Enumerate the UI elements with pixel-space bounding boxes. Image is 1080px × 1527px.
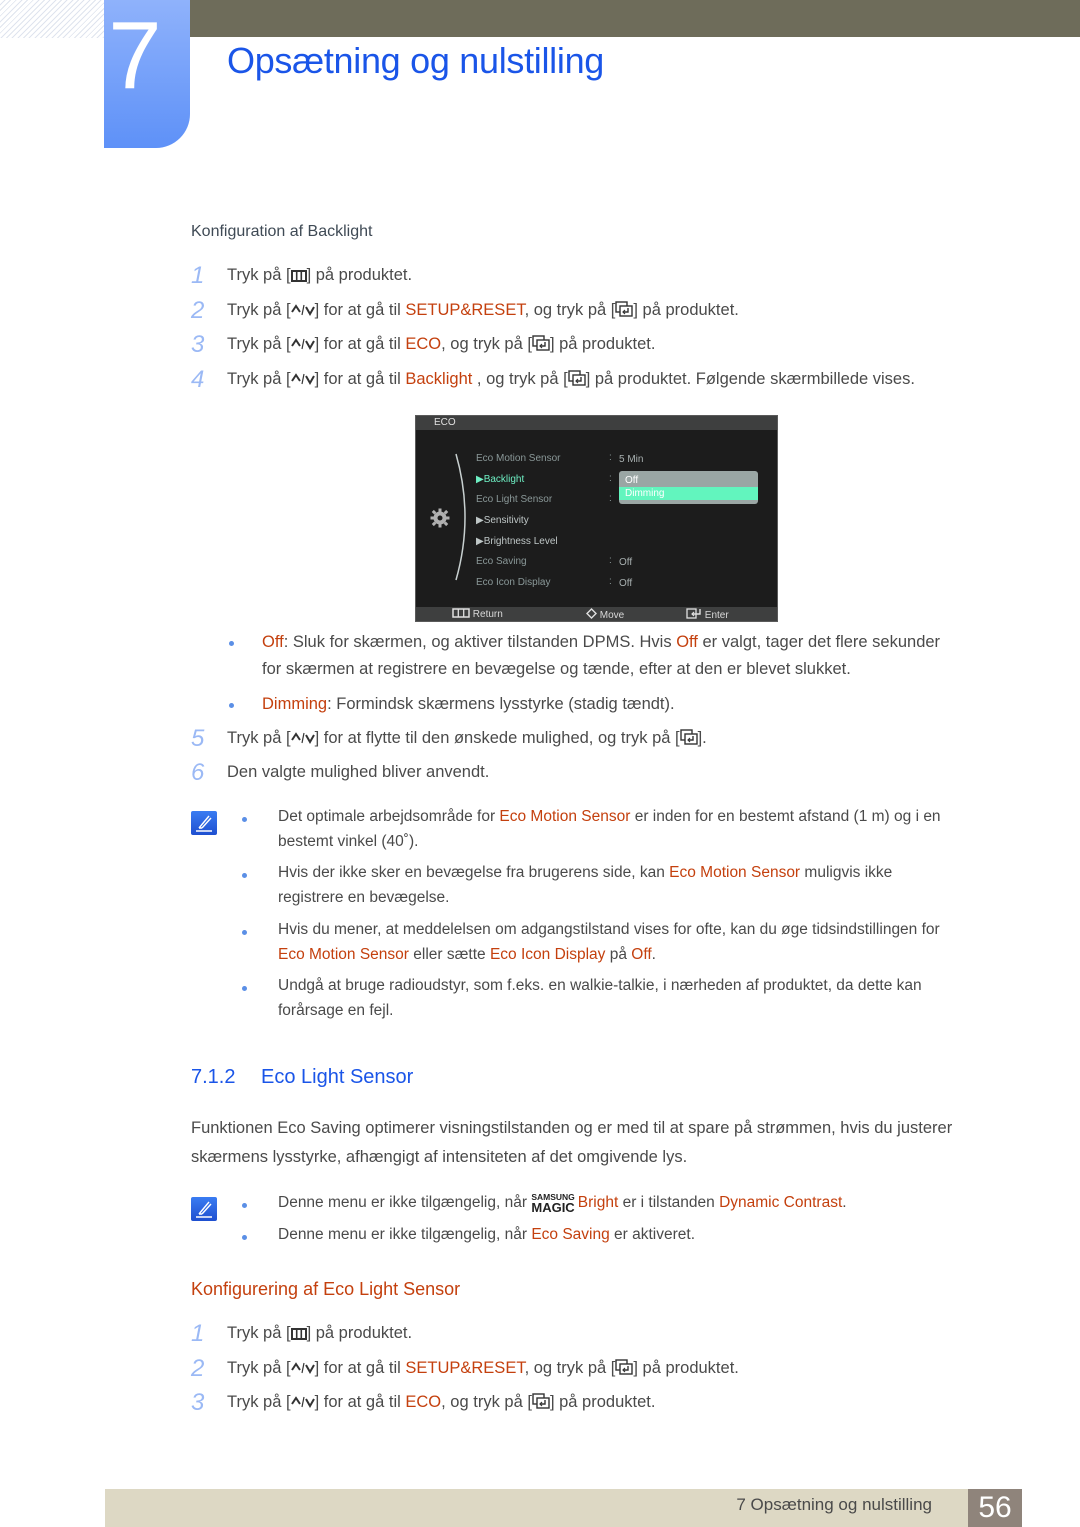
osd-value-eco-motion-sensor: 5 Min xyxy=(619,454,644,465)
osd-item-eco-saving[interactable]: Eco Saving xyxy=(476,556,527,567)
bullet-dot xyxy=(242,1203,247,1208)
up-down-arrow-icon xyxy=(290,1361,315,1380)
header-hatch-decoration xyxy=(0,0,104,38)
osd-option-off[interactable]: Off xyxy=(619,474,758,487)
enter-button-icon xyxy=(686,608,701,619)
up-down-arrow-icon xyxy=(290,731,315,750)
bullet-dot xyxy=(229,703,234,708)
osd-return-hint: Return xyxy=(452,608,503,620)
eco-light-step-2: 2 Tryk på [] for at gå til SETUP&RESET, o… xyxy=(191,1355,739,1382)
eco-light-step-3: 3 Tryk på [] for at gå til ECO, og tryk p… xyxy=(191,1389,656,1416)
osd-title-bar: ECO xyxy=(416,416,777,430)
osd-item-eco-light-sensor[interactable]: Eco Light Sensor xyxy=(476,494,552,505)
step-number: 5 xyxy=(191,725,205,752)
highlight-eco: ECO xyxy=(405,335,442,353)
osd-item-eco-motion-sensor[interactable]: Eco Motion Sensor xyxy=(476,453,561,464)
osd-backlight-dropdown[interactable]: Off Dimming xyxy=(619,471,758,504)
osd-value-eco-icon-display: Off xyxy=(619,578,633,589)
enter-button-icon xyxy=(615,301,634,322)
step-number: 6 xyxy=(191,759,205,786)
osd-value-eco-saving: Off xyxy=(619,557,633,568)
highlight-setup-reset: SETUP&RESET xyxy=(405,1359,525,1377)
menu-button-icon xyxy=(290,1326,307,1345)
enter-button-icon xyxy=(532,335,550,356)
backlight-step-6: 6 Den valgte mulighed bliver anvendt. xyxy=(191,759,490,786)
eco-light-sensor-config-heading: Konfigurering af Eco Light Sensor xyxy=(191,1279,461,1299)
page-number: 56 xyxy=(968,1489,1022,1527)
osd-enter-hint: Enter xyxy=(686,608,729,621)
backlight-step-5: 5 Tryk på [] for at flytte til den ønsked… xyxy=(191,725,707,752)
section-number: 7.1.2 xyxy=(191,1066,236,1088)
bullet-dot xyxy=(242,930,247,935)
up-down-arrow-icon xyxy=(290,1395,315,1414)
enter-button-icon xyxy=(615,1359,634,1380)
step-number: 2 xyxy=(191,1355,205,1382)
chapter-title: Opsætning og nulstilling xyxy=(227,40,605,81)
osd-title: ECO xyxy=(434,417,456,428)
bullet-dot xyxy=(242,817,247,822)
chapter-number: 7 xyxy=(108,2,162,109)
diamond-icon xyxy=(586,608,597,619)
note-eco-saving-unavailable: Denne menu er ikke tilgængelig, når Eco … xyxy=(278,1226,696,1243)
menu-button-icon xyxy=(290,268,307,287)
bullet-dot xyxy=(242,873,247,878)
backlight-step-2: 2 Tryk på [] for at gå til SETUP&RESET, o… xyxy=(191,297,739,324)
note-radio-equipment: Undgå at bruge radioudstyr, som f.eks. e… xyxy=(278,977,922,1019)
note-icon xyxy=(191,1197,217,1221)
section-title-eco-light-sensor: 7.1.2 Eco Light Sensor xyxy=(191,1066,414,1088)
eco-light-sensor-description: Funktionen Eco Saving optimerer visnings… xyxy=(191,1119,953,1166)
highlight-eco: ECO xyxy=(405,1393,442,1411)
up-down-arrow-icon xyxy=(290,303,315,322)
option-dimming-description: Dimming: Formindsk skærmens lysstyrke (s… xyxy=(262,695,675,713)
enter-button-icon xyxy=(679,729,698,750)
osd-option-dimming[interactable]: Dimming xyxy=(619,487,758,500)
osd-item-eco-icon-display[interactable]: Eco Icon Display xyxy=(476,577,550,588)
osd-colon: : xyxy=(609,555,612,566)
note-eco-motion-range: Det optimale arbejdsområde for Eco Motio… xyxy=(278,808,941,850)
highlight-backlight: Backlight xyxy=(405,370,473,388)
note-access-message: Hvis du mener, at meddelelsen om adgangs… xyxy=(278,921,940,963)
enter-button-icon xyxy=(532,1393,550,1414)
step-number: 1 xyxy=(191,262,205,289)
gear-icon xyxy=(430,508,450,528)
backlight-step-4: 4 Tryk på [] for at gå til Backlight , og… xyxy=(191,366,915,393)
osd-colon: : xyxy=(609,576,612,587)
chapter-badge: 7 xyxy=(104,0,190,148)
up-down-arrow-icon xyxy=(290,337,315,356)
bullet-dot xyxy=(242,1235,247,1240)
step-number: 1 xyxy=(191,1320,205,1347)
note-icon xyxy=(191,811,217,835)
osd-item-sensitivity[interactable]: ▶Sensitivity xyxy=(476,515,529,526)
bullet-dot xyxy=(229,641,234,646)
osd-colon: : xyxy=(609,452,612,463)
note-eco-motion-no-movement: Hvis der ikke sker en bevægelse fra brug… xyxy=(278,864,893,906)
step-number: 4 xyxy=(191,366,205,393)
backlight-step-1: 1 Tryk på [] på produktet. xyxy=(191,262,413,289)
osd-colon: : xyxy=(609,493,612,504)
menu-button-icon xyxy=(452,608,470,618)
osd-colon: : xyxy=(609,473,612,484)
eco-light-step-1: 1 Tryk på [] på produktet. xyxy=(191,1320,413,1347)
osd-item-brightness-level[interactable]: ▶Brightness Level xyxy=(476,536,558,547)
osd-arc-decoration xyxy=(455,453,466,581)
footer-chapter-label: 7 Opsætning og nulstilling xyxy=(736,1495,932,1514)
step-number: 3 xyxy=(191,331,205,358)
bullet-dot xyxy=(242,986,247,991)
note-magic-bright-unavailable: Denne menu er ikke tilgængelig, når SAMS… xyxy=(278,1192,847,1215)
samsung-magic-logo: SAMSUNG MAGIC xyxy=(531,1192,575,1215)
osd-item-backlight[interactable]: ▶Backlight xyxy=(476,474,524,485)
osd-move-hint: Move xyxy=(586,608,624,621)
highlight-setup-reset: SETUP&RESET xyxy=(405,301,525,319)
backlight-step-3: 3 Tryk på [] for at gå til ECO, og tryk p… xyxy=(191,331,656,358)
enter-button-icon xyxy=(568,370,586,391)
osd-eco-menu-screenshot: ECO Eco Motion Sensor : 5 Min ▶Backlight… xyxy=(415,415,778,622)
step-number: 2 xyxy=(191,297,205,324)
header-bar xyxy=(190,0,1080,37)
up-down-arrow-icon xyxy=(290,372,315,391)
osd-footer: Return Move Enter xyxy=(416,607,777,621)
backlight-config-heading: Konfiguration af Backlight xyxy=(191,223,373,240)
option-off-description: Off: Sluk for skærmen, og aktiver tilsta… xyxy=(262,633,941,678)
step-number: 3 xyxy=(191,1389,205,1416)
